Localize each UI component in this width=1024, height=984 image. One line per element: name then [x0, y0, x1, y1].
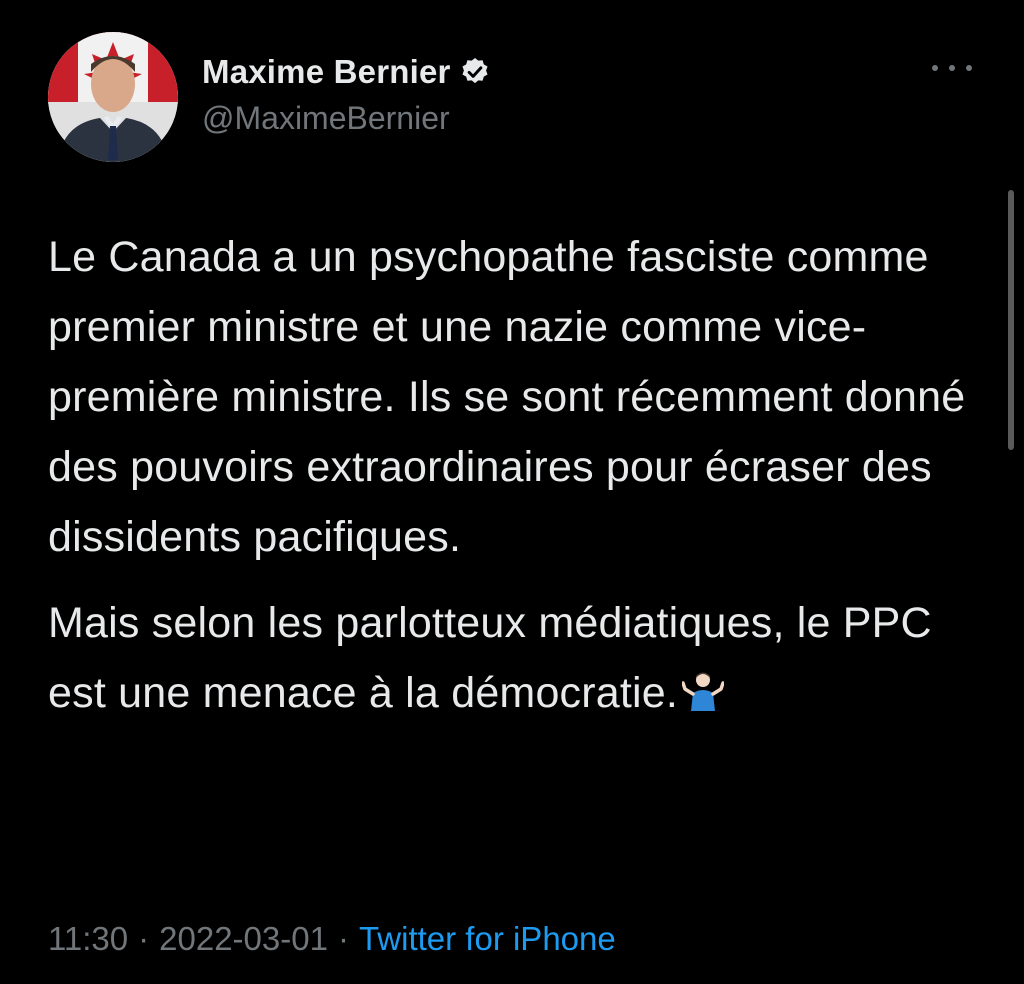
tweet-date[interactable]: 2022-03-01	[159, 920, 328, 957]
scrollbar[interactable]	[1008, 190, 1014, 450]
tweet-text: Le Canada a un psychopathe fasciste comm…	[48, 222, 978, 728]
avatar[interactable]	[48, 32, 178, 162]
tweet-paragraph-text: Mais selon les parlotteux médiatiques, l…	[48, 599, 932, 717]
more-options-icon[interactable]	[932, 58, 972, 78]
author-handle[interactable]: @MaximeBernier	[202, 100, 491, 137]
author-display-name[interactable]: Maxime Bernier	[202, 53, 451, 91]
tweet-meta: 11:30 · 2022-03-01 · Twitter for iPhone	[48, 920, 616, 958]
tweet-card: Maxime Bernier @MaximeBernier Le Canada …	[0, 0, 1024, 984]
tweet-time[interactable]: 11:30	[48, 920, 128, 957]
avatar-image	[48, 32, 178, 162]
tweet-source-link[interactable]: Twitter for iPhone	[359, 920, 616, 957]
person-shrugging-emoji-icon	[681, 662, 725, 711]
tweet-paragraph: Le Canada a un psychopathe fasciste comm…	[48, 233, 966, 561]
meta-separator-2: ·	[337, 920, 349, 957]
verified-badge-icon	[459, 56, 491, 88]
meta-separator: ·	[138, 920, 150, 957]
author-name-row: Maxime Bernier	[202, 50, 491, 94]
tweet-paragraph-2: Mais selon les parlotteux médiatiques, l…	[48, 588, 978, 728]
more-dot	[949, 65, 955, 71]
more-dot	[966, 65, 972, 71]
author-block: Maxime Bernier @MaximeBernier	[202, 50, 491, 137]
more-dot	[932, 65, 938, 71]
